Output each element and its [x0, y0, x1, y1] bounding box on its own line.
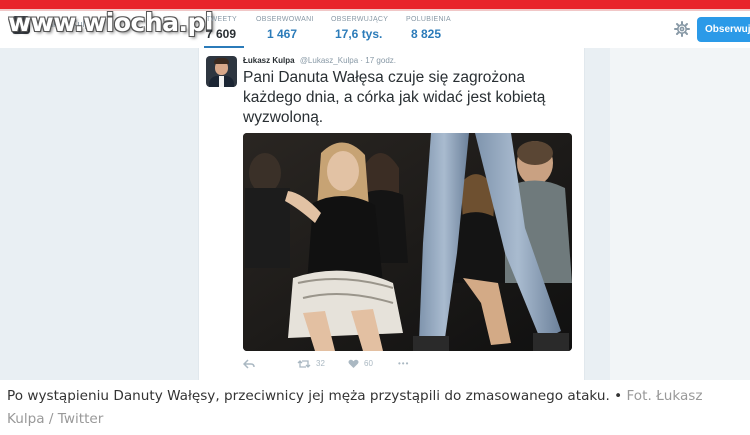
stat-label: OBSERWOWANI [256, 16, 314, 23]
stat-likes[interactable]: POLUBIENIA 8 825 [406, 16, 451, 41]
author-handle[interactable]: @Lukasz_Kulpa · 17 godz. [300, 56, 396, 65]
stat-value: 17,6 tys. [335, 27, 383, 41]
caption-bullet: • [609, 388, 627, 404]
photo-illustration [243, 133, 572, 351]
more-icon[interactable]: ••• [398, 359, 409, 368]
avatar[interactable] [206, 56, 237, 87]
stat-value: 7 609 [206, 27, 237, 41]
like-count: 60 [364, 359, 373, 368]
gear-icon[interactable] [674, 21, 690, 37]
follow-button[interactable]: Obserwuj [697, 17, 750, 42]
retweet-count: 32 [316, 359, 325, 368]
stat-label: OBSERWUJĄCY [331, 16, 389, 23]
stat-followers[interactable]: OBSERWUJĄCY 17,6 tys. [331, 16, 388, 41]
right-column [610, 48, 750, 380]
tweet-header: Łukasz Kulpa @Lukasz_Kulpa · 17 godz. [243, 56, 396, 65]
reply-icon[interactable] [243, 359, 255, 369]
retweet-icon[interactable] [297, 359, 311, 369]
author-name[interactable]: Łukasz Kulpa [243, 56, 295, 65]
tweet-photo[interactable] [243, 133, 572, 351]
stat-value: 1 467 [267, 27, 298, 41]
site-watermark: www.wiocha.pl [8, 8, 213, 37]
stat-tweets[interactable]: TWEETY 7 609 [204, 16, 244, 49]
photo-caption: Po wystąpieniu Danuty Wałęsy, przeciwnic… [7, 385, 743, 431]
tweet-text: Pani Danuta Wałęsa czuje się zagrożona k… [243, 69, 546, 126]
stat-label: POLUBIENIA [406, 16, 452, 23]
heart-icon[interactable] [348, 359, 359, 369]
stat-label: TWEETY [206, 16, 237, 23]
stat-value: 8 825 [411, 27, 442, 41]
stat-following[interactable]: OBSERWOWANI 1 467 [256, 16, 314, 41]
caption-text: Po wystąpieniu Danuty Wałęsy, przeciwnic… [7, 388, 610, 404]
